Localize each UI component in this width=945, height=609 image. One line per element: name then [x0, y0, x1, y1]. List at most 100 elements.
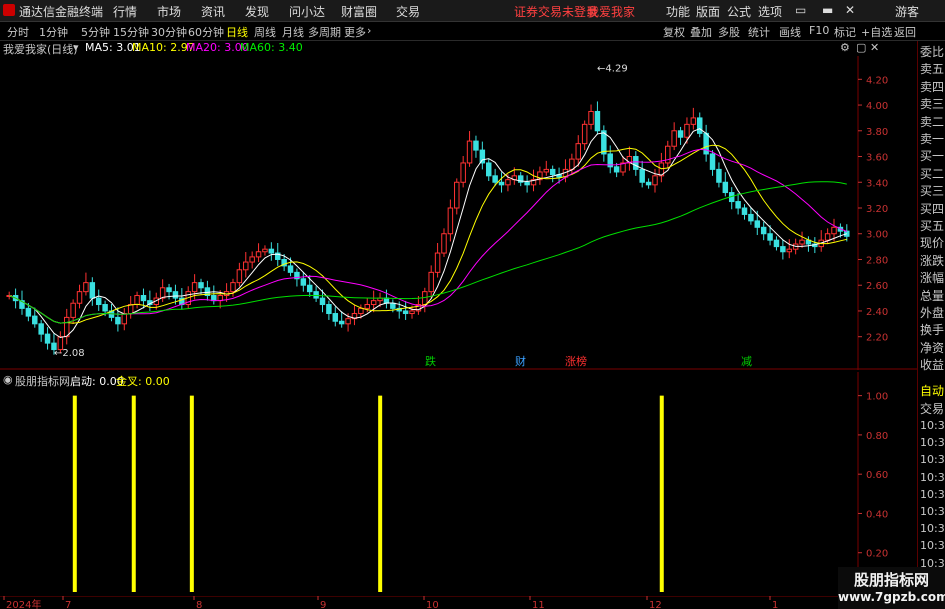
signal-bar-1 [131, 395, 136, 592]
candle-body-117 [754, 220, 761, 228]
signal-bar-0 [72, 395, 77, 592]
candle-body-118 [760, 226, 767, 235]
legend-dropdown-icon[interactable]: ▾ [73, 41, 79, 54]
settings-icon[interactable]: ⚙ [840, 41, 850, 54]
candle-body-60 [390, 302, 396, 309]
quote-panel: 委比 卖五 卖四 卖三 卖二 卖一 买一 买二 买三 买四 买五 现价 涨跌 涨幅 总量 外盘 换手 净资 收益 自动… [917, 41, 945, 609]
period-tab-6[interactable]: 60分钟 [188, 24, 224, 40]
candle-body-62 [402, 310, 409, 315]
price-tick-label-8: 2.60 [866, 281, 888, 292]
candle-body-76 [492, 175, 498, 183]
watermark-url: www.7gpzb.com [838, 590, 945, 604]
quote-label-0: 委比 [920, 45, 945, 59]
period-tab-1[interactable]: 分时 [7, 24, 29, 40]
x-tick-label-0: 2024年 [6, 598, 41, 609]
watermark: 股朋指标网 www.7gpzb.com [838, 567, 945, 609]
tool-multi[interactable]: 多股 [718, 24, 740, 40]
candle-body-37 [243, 261, 249, 271]
chevron-right-icon[interactable]: › [367, 24, 371, 37]
quote-label-5: 卖一 [920, 132, 945, 146]
candle-body-104 [671, 130, 677, 147]
auto-trade-1[interactable]: 交易 [920, 400, 944, 417]
period-tab-5[interactable]: 30分钟 [151, 24, 187, 40]
auto-trade-0[interactable]: 自动 [920, 382, 944, 399]
price-tick-label-5: 3.20 [866, 204, 888, 215]
candle-body-44 [287, 265, 294, 273]
menu-wealth[interactable]: 财富圈 [341, 3, 377, 20]
candle-body-129 [831, 226, 837, 235]
candle-body-46 [300, 278, 307, 286]
period-tab-10[interactable]: 多周期 [308, 24, 341, 40]
candle-body-120 [773, 239, 780, 248]
x-tick-label-5: 11 [532, 600, 545, 609]
price-chart[interactable]: 4.20 4.00 3.80 3.60 3.40 3.20 3.00 2.80 2.60 2.40… [0, 56, 917, 370]
tool-draw[interactable]: 画线 [779, 24, 801, 40]
close-icon[interactable]: ✕ [845, 3, 855, 17]
candle-body-68 [441, 233, 447, 254]
menu-options[interactable]: 选项 [758, 3, 782, 20]
x-tick-label-4: 10 [426, 600, 439, 609]
candle-body-41 [268, 248, 275, 254]
menu-news[interactable]: 资讯 [201, 3, 225, 20]
period-tab-9[interactable]: 月线 [282, 24, 304, 40]
tool-back[interactable]: 返回 [894, 24, 916, 40]
price-tick-label-3: 3.60 [866, 153, 888, 164]
quote-label-4: 卖二 [920, 114, 945, 129]
tool-mark[interactable]: 标记 [834, 24, 856, 40]
candle-body-114 [735, 201, 741, 209]
quote-label-13: 涨幅 [920, 271, 945, 286]
period-tab-11[interactable]: 更多 [344, 24, 366, 40]
menu-market-quotes[interactable]: 行情 [113, 3, 137, 20]
candle-body-4 [32, 315, 38, 325]
tool-add-fav[interactable]: +自选 [861, 24, 892, 40]
candle-body-63 [409, 310, 415, 315]
menu-layout[interactable]: 版面 [696, 3, 720, 20]
candle-body-85 [549, 168, 556, 176]
collapse-icon[interactable]: ▢ [856, 41, 866, 54]
candle-body-124 [799, 239, 805, 245]
minimize-icon[interactable]: ▬ [822, 3, 833, 17]
tool-f10[interactable]: F10 [809, 24, 829, 37]
quote-label-10: 买五 [920, 219, 945, 233]
candle-body-10 [70, 302, 76, 318]
tool-overlay[interactable]: 叠加 [690, 24, 712, 40]
quote-label-15: 外盘 [920, 306, 945, 320]
period-tab-8[interactable]: 周线 [254, 24, 276, 40]
price-tick-label-10: 2.20 [866, 333, 888, 344]
ind-tick-label-0: 1.00 [866, 392, 888, 403]
ind-tick-label-1: 0.80 [866, 431, 888, 442]
tool-adjust[interactable]: 复权 [663, 24, 685, 40]
menu-trade[interactable]: 交易 [396, 3, 420, 20]
candle-body-70 [454, 181, 460, 209]
period-tab-7[interactable]: 日线 [226, 24, 248, 40]
login-notice[interactable]: 证券交易未登录 [514, 3, 598, 20]
candle-body-99 [639, 168, 645, 183]
menu-formula[interactable]: 公式 [727, 3, 751, 20]
candle-body-53 [345, 318, 351, 325]
candle-body-56 [364, 304, 370, 309]
candle-body-95 [613, 166, 620, 173]
stock-label[interactable]: 我爱我家(日线) [3, 41, 78, 57]
indicator-chart[interactable]: 1.00 0.80 0.60 0.40 0.20 [0, 372, 917, 596]
menu-ask[interactable]: 问小达 [289, 3, 325, 20]
candle-body-15 [102, 304, 108, 312]
x-tick-label-7: 1 [772, 600, 778, 609]
ma60-label: MA60: 3.40 [240, 41, 303, 54]
quote-label-9: 买四 [920, 201, 945, 216]
period-tab-4[interactable]: 15分钟 [113, 24, 149, 40]
menu-discover[interactable]: 发现 [245, 3, 269, 20]
period-toolbar: 分时 1分钟 5分钟 15分钟 30分钟 60分钟 日线 周线 月线 多周期 更… [0, 22, 945, 41]
period-tab-3[interactable]: 5分钟 [81, 24, 110, 40]
event-marker-1: 财 [515, 354, 526, 368]
tool-stats[interactable]: 统计 [748, 24, 770, 40]
candle-body-101 [652, 175, 658, 186]
period-tab-2[interactable]: 1分钟 [39, 24, 68, 40]
close-panel-icon[interactable]: ✕ [870, 41, 879, 54]
x-axis: 2024年 7 8 9 10 11 12 1 [0, 596, 917, 609]
guest-label[interactable]: 游客 [895, 3, 919, 20]
candle-body-9 [64, 316, 70, 338]
menu-market[interactable]: 市场 [157, 3, 181, 20]
candle-body-92 [594, 110, 601, 132]
ruler-icon[interactable]: ▭ [795, 3, 806, 17]
menu-function[interactable]: 功能 [666, 3, 690, 20]
